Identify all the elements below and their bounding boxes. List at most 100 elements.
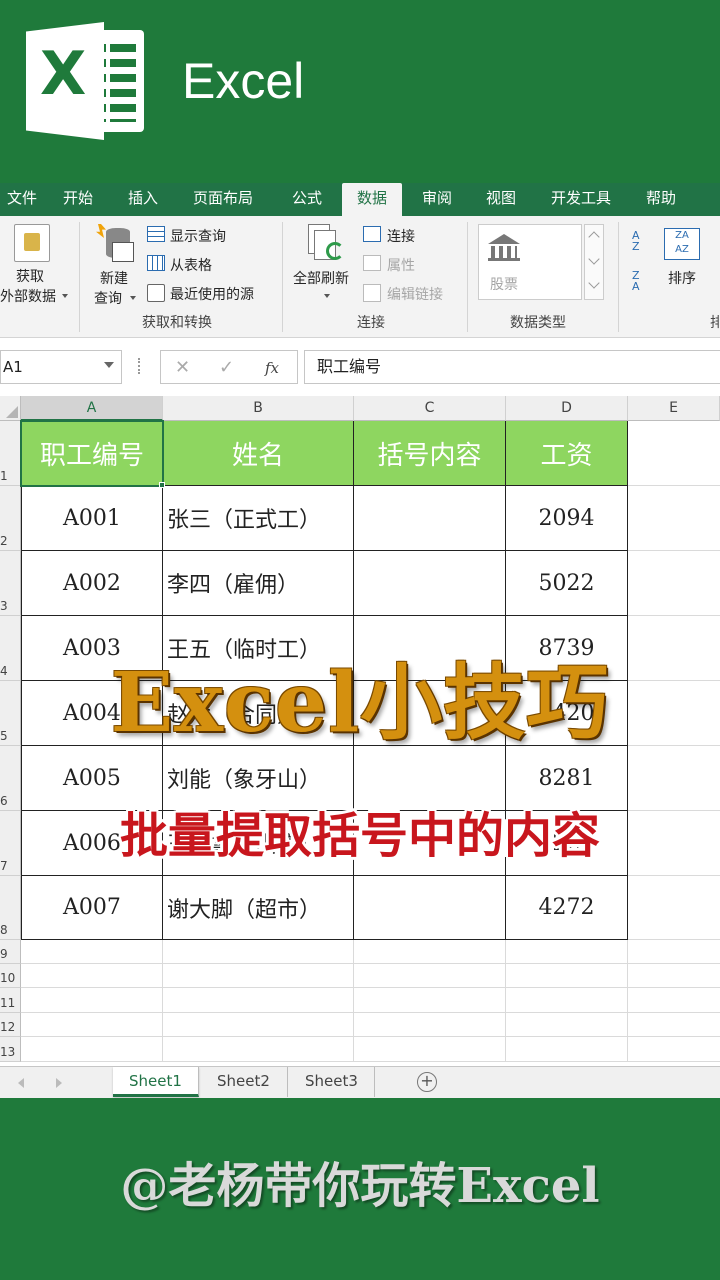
tab-7[interactable]: 视图 bbox=[472, 183, 530, 216]
row-header-12[interactable]: 12 bbox=[0, 1013, 21, 1037]
properties-button[interactable]: 属性 bbox=[387, 255, 415, 275]
cancel-icon[interactable]: ✕ bbox=[175, 357, 190, 378]
row-number: 8 bbox=[0, 923, 8, 937]
header-cell[interactable]: 姓名 bbox=[163, 421, 354, 486]
chevron-down-icon bbox=[324, 294, 330, 298]
tab-0[interactable]: 文件 bbox=[0, 183, 44, 216]
column-header-d[interactable]: D bbox=[506, 396, 628, 421]
group-label-data-types: 数据类型 bbox=[510, 315, 566, 331]
new-query-button-line2[interactable]: 查询 bbox=[94, 288, 122, 308]
group-label-connections: 连接 bbox=[357, 315, 385, 331]
footer-text: @老杨带你玩转Excel bbox=[120, 1158, 600, 1214]
overlay-title: Excel小技巧 bbox=[110, 655, 610, 751]
recent-sources-icon bbox=[147, 284, 165, 302]
new-query-button[interactable]: 新建 bbox=[100, 268, 128, 288]
formula-input[interactable]: 职工编号 bbox=[304, 350, 720, 384]
sheet-tab-bar: + Sheet1 Sheet2 Sheet3 bbox=[0, 1066, 720, 1098]
tab-4[interactable]: 公式 bbox=[272, 183, 342, 216]
tab-5[interactable]: 数据 bbox=[342, 183, 402, 216]
table-cell[interactable]: 2094 bbox=[506, 486, 628, 551]
sheet-tab-2[interactable]: Sheet2 bbox=[200, 1067, 288, 1097]
column-header-a[interactable]: A bbox=[21, 396, 163, 421]
row-header-10[interactable]: 10 bbox=[0, 964, 21, 988]
insert-function-icon[interactable]: fx bbox=[265, 359, 279, 377]
add-sheet-button[interactable]: + bbox=[417, 1072, 437, 1092]
header-cell[interactable]: 工资 bbox=[506, 421, 628, 486]
edit-links-icon bbox=[363, 284, 381, 302]
table-cell[interactable] bbox=[354, 551, 506, 616]
formula-bar: A1 ✕ ✓ fx 职工编号 bbox=[0, 338, 720, 396]
row-header-9[interactable]: 9 bbox=[0, 940, 21, 964]
row-number: 3 bbox=[0, 599, 8, 613]
show-query-button[interactable]: 显示查询 bbox=[170, 226, 226, 246]
sheet-tab-3[interactable]: Sheet3 bbox=[289, 1067, 375, 1097]
sheet-tab-1[interactable]: Sheet1 bbox=[113, 1067, 199, 1097]
sort-az-icon: AZ bbox=[632, 229, 640, 253]
from-table-button[interactable]: 从表格 bbox=[170, 255, 212, 275]
excel-logo-icon: X bbox=[26, 22, 146, 140]
chevron-down-icon bbox=[130, 296, 136, 300]
table-cell[interactable]: 4272 bbox=[506, 876, 628, 940]
row-number: 1 bbox=[0, 469, 8, 483]
row-number: 9 bbox=[0, 947, 8, 961]
row-header-3[interactable]: 3 bbox=[0, 551, 21, 616]
row-header-8[interactable]: 8 bbox=[0, 876, 21, 940]
refresh-icon bbox=[308, 224, 346, 264]
ribbon-tabs: 文件 开始 插入 页面布局 公式 数据 审阅 视图 开发工具 帮助 bbox=[0, 183, 720, 216]
group-label-get-transform: 获取和转换 bbox=[142, 315, 212, 331]
tab-8[interactable]: 开发工具 bbox=[530, 183, 632, 216]
table-cell[interactable]: A002 bbox=[21, 551, 163, 616]
tab-2[interactable]: 插入 bbox=[112, 183, 174, 216]
sort-dialog-icon: ZA AZ bbox=[664, 228, 700, 260]
prev-sheet-icon[interactable] bbox=[18, 1078, 24, 1088]
table-cell[interactable]: 张三（正式工） bbox=[163, 486, 354, 551]
active-cell-selection bbox=[20, 420, 164, 487]
tab-3[interactable]: 页面布局 bbox=[174, 183, 272, 216]
row-number: 11 bbox=[0, 996, 16, 1010]
stocks-button[interactable]: 股票 bbox=[490, 274, 518, 294]
table-cell[interactable]: 5022 bbox=[506, 551, 628, 616]
app-name: Excel bbox=[182, 53, 305, 109]
gallery-scroll[interactable] bbox=[584, 224, 604, 300]
refresh-all-button[interactable]: 全部刷新 bbox=[293, 268, 349, 288]
row-header-2[interactable]: 2 bbox=[0, 486, 21, 551]
table-cell[interactable]: 李四（雇佣） bbox=[163, 551, 354, 616]
get-data-button[interactable]: 获取 bbox=[16, 266, 44, 286]
table-cell[interactable]: 谢大脚（超市） bbox=[163, 876, 354, 940]
ribbon-data: 获取 外部数据 新建 查询 显示查询 从表格 最近使用的源 获取和转换 全部刷新… bbox=[0, 216, 720, 338]
row-header-13[interactable]: 13 bbox=[0, 1037, 21, 1062]
chevron-down-icon bbox=[62, 294, 68, 298]
table-cell[interactable]: A007 bbox=[21, 876, 163, 940]
tab-6[interactable]: 审阅 bbox=[402, 183, 472, 216]
tab-1[interactable]: 开始 bbox=[44, 183, 112, 216]
tab-9[interactable]: 帮助 bbox=[632, 183, 690, 216]
fill-handle[interactable] bbox=[159, 482, 165, 488]
row-header-11[interactable]: 11 bbox=[0, 988, 21, 1013]
bank-icon bbox=[488, 234, 520, 262]
column-header-b[interactable]: B bbox=[163, 396, 354, 421]
header-cell[interactable]: 括号内容 bbox=[354, 421, 506, 486]
sort-button[interactable]: 排序 bbox=[668, 268, 696, 288]
select-all-corner[interactable] bbox=[0, 396, 21, 421]
sort-za-icon: ZA bbox=[632, 269, 640, 293]
next-sheet-icon[interactable] bbox=[56, 1078, 62, 1088]
table-icon bbox=[147, 226, 165, 242]
group-label-sort-filter: 排 bbox=[710, 315, 720, 331]
get-data-button-line2[interactable]: 外部数据 bbox=[0, 286, 56, 306]
table-cell[interactable] bbox=[354, 876, 506, 940]
chevron-down-icon[interactable] bbox=[104, 362, 114, 368]
column-header-c[interactable]: C bbox=[354, 396, 506, 421]
grid-icon bbox=[147, 255, 165, 271]
new-query-icon bbox=[96, 224, 136, 264]
enter-icon[interactable]: ✓ bbox=[219, 357, 234, 378]
recent-sources-button[interactable]: 最近使用的源 bbox=[170, 284, 254, 304]
table-cell[interactable]: A001 bbox=[21, 486, 163, 551]
formula-buttons: ✕ ✓ fx bbox=[160, 350, 298, 384]
row-number: 12 bbox=[0, 1020, 16, 1034]
row-number: 10 bbox=[0, 971, 16, 985]
edit-links-button[interactable]: 编辑链接 bbox=[387, 284, 443, 304]
connections-button[interactable]: 连接 bbox=[387, 226, 415, 246]
column-header-e[interactable]: E bbox=[628, 396, 720, 421]
row-header-1[interactable]: 1 bbox=[0, 421, 21, 486]
table-cell[interactable] bbox=[354, 486, 506, 551]
